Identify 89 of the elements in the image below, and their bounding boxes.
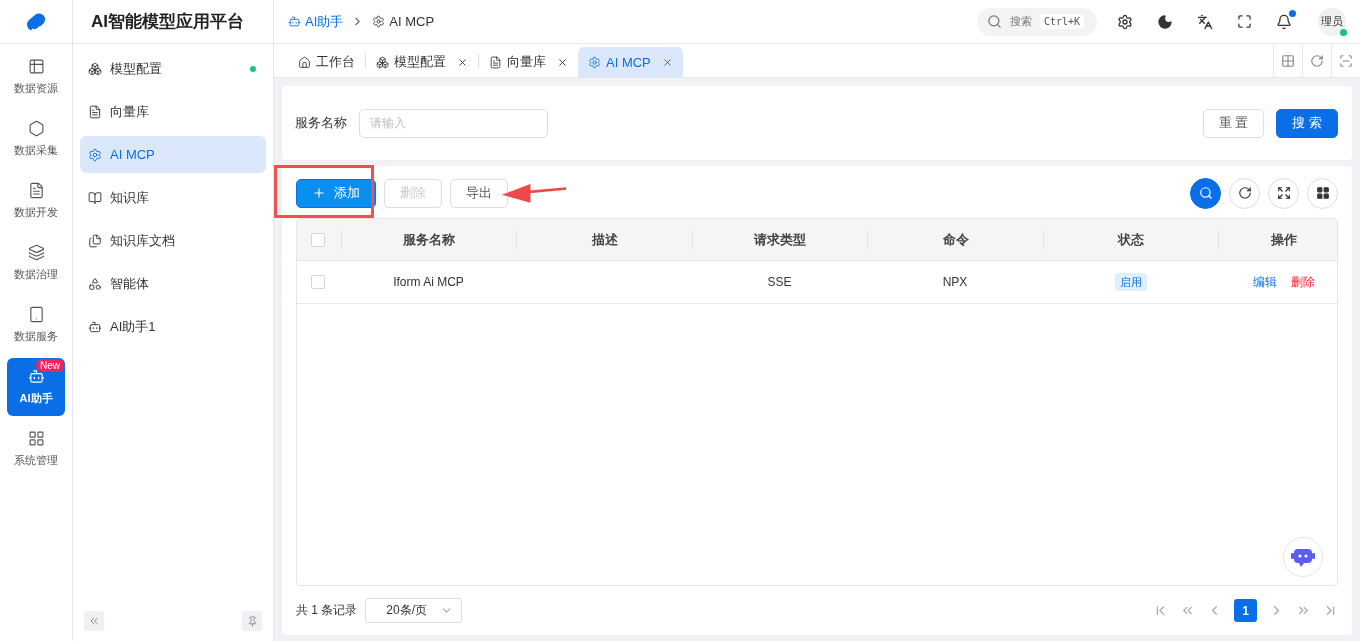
rail-icon: [27, 368, 45, 385]
rail-label: 数据资源: [14, 81, 58, 96]
rail-label: AI助手: [19, 391, 53, 406]
menu-item[interactable]: 模型配置: [80, 50, 266, 87]
tab-icon: [298, 55, 311, 69]
rail-item[interactable]: 数据开发: [7, 172, 65, 230]
menu-icon: [88, 276, 102, 291]
column-header: 描述: [516, 230, 692, 249]
robot-icon: [1291, 546, 1315, 568]
menu-icon: [88, 233, 102, 248]
plus-icon: [312, 186, 326, 200]
rail-item[interactable]: New AI助手: [7, 358, 65, 416]
menu-icon: [88, 147, 102, 162]
total-count: 共 1 条记录: [296, 602, 358, 619]
menu-icon: [88, 61, 102, 76]
rail-item[interactable]: 数据治理: [7, 234, 65, 292]
expand-icon[interactable]: [1268, 177, 1299, 209]
menu-item[interactable]: AI MCP: [80, 136, 266, 173]
table-cell: NPX: [942, 275, 968, 289]
rail-icon: [27, 58, 45, 75]
pin-button[interactable]: [242, 611, 262, 631]
rail-label: 数据治理: [14, 267, 58, 282]
close-icon[interactable]: [457, 56, 468, 68]
menu-item[interactable]: AI助手1: [80, 308, 266, 345]
rail-icon: [27, 182, 45, 199]
rail-label: 系统管理: [14, 453, 58, 468]
collapse-icon: [88, 615, 100, 627]
tab-icon: [588, 55, 601, 69]
rail-item[interactable]: 数据服务: [7, 296, 65, 354]
rail-icon: [27, 306, 45, 323]
edit-link[interactable]: 编辑: [1252, 274, 1277, 289]
menu-item[interactable]: 知识库文档: [80, 222, 266, 259]
page-number[interactable]: 1: [1234, 599, 1257, 622]
delete-link[interactable]: 删除: [1290, 274, 1315, 289]
rail-icon: [27, 120, 45, 137]
search-placeholder: 搜索: [1010, 14, 1032, 29]
status-tag: 启用: [1114, 272, 1147, 291]
rail-label: 数据开发: [14, 205, 58, 220]
column-header: 操作: [1218, 230, 1349, 249]
search-icon: [987, 14, 1002, 29]
tab-icon: [376, 55, 389, 69]
select-all-checkbox[interactable]: [311, 232, 325, 247]
breadcrumb-item: AI MCP: [372, 14, 435, 29]
menu-icon: [88, 190, 102, 205]
column-header: 请求类型: [692, 230, 867, 249]
tab-icon: [489, 55, 502, 69]
page-tab[interactable]: 向量库: [479, 47, 578, 77]
page-tab[interactable]: 工作台: [288, 47, 365, 77]
rail-icon: [27, 430, 45, 447]
menu-item[interactable]: 知识库: [80, 179, 266, 216]
menu-icon: [88, 104, 102, 119]
user-avatar[interactable]: 理员: [1318, 7, 1346, 36]
rail-item[interactable]: 数据采集: [7, 110, 65, 168]
service-name-input[interactable]: 请输入: [359, 108, 548, 138]
menu-item[interactable]: 智能体: [80, 265, 266, 302]
menu-icon: [88, 319, 102, 334]
table-cell: SSE: [767, 275, 792, 289]
refresh-icon[interactable]: [1229, 177, 1260, 209]
close-icon[interactable]: [557, 56, 568, 68]
breadcrumb-icon: [288, 15, 301, 28]
export-button[interactable]: 导出: [450, 178, 508, 208]
rail-label: 数据服务: [14, 329, 58, 344]
column-header: 命令: [867, 230, 1043, 249]
chatbot-button[interactable]: [1283, 537, 1323, 577]
collapse-button[interactable]: [84, 611, 104, 631]
new-badge: New: [36, 359, 64, 372]
rail-icon: [27, 244, 45, 261]
search-icon[interactable]: [1190, 177, 1221, 209]
column-header: 服务名称: [341, 230, 516, 249]
filter-label: 服务名称: [295, 114, 347, 132]
breadcrumb-item[interactable]: AI助手: [288, 12, 344, 31]
reset-button[interactable]: 重 置: [1202, 108, 1265, 138]
rail-label: 数据采集: [14, 143, 58, 158]
row-checkbox[interactable]: [311, 275, 325, 289]
page-tab[interactable]: AI MCP: [578, 47, 683, 77]
rail-item[interactable]: 数据资源: [7, 48, 65, 106]
page-tab[interactable]: 模型配置: [366, 47, 478, 77]
columns-icon[interactable]: [1307, 177, 1338, 209]
search-button[interactable]: 搜 索: [1276, 108, 1338, 138]
menu-item[interactable]: 向量库: [80, 93, 266, 130]
breadcrumb-icon: [372, 15, 386, 28]
table-cell: Iform Ai MCP: [393, 275, 464, 289]
page-size-select[interactable]: 20条/页: [365, 598, 463, 623]
shortcut-hint: Ctrl+K: [1040, 14, 1085, 29]
rail-item[interactable]: 系统管理: [7, 420, 65, 478]
column-header: 状态: [1043, 230, 1218, 249]
pin-icon: [246, 615, 258, 627]
app-title: AI智能模型应用平台: [73, 0, 273, 44]
search-field[interactable]: 搜索 Ctrl+K: [977, 7, 1097, 36]
